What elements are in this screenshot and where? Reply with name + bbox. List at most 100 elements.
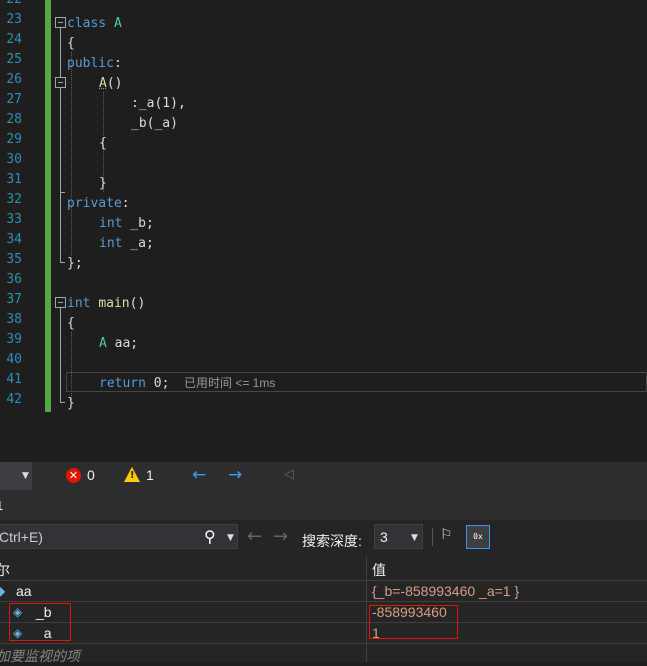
code-line[interactable]: return 0; (99, 374, 169, 394)
watch-toolbar: Ctrl+E) ⚲ ▼ ← → 搜索深度: 3 ▼ ⚐ 0x (0, 520, 647, 556)
fold-line (60, 308, 61, 402)
code-line[interactable]: { (67, 314, 75, 334)
code-line[interactable]: { (67, 34, 75, 54)
code-token: _b(_a) (131, 116, 178, 131)
chevron-down-icon: ▼ (22, 471, 29, 481)
code-token: A (99, 336, 107, 351)
search-depth-dropdown[interactable]: 3 ▼ (374, 524, 423, 549)
watch-title-bar[interactable]: 1 (0, 490, 647, 521)
line-number: 23 (6, 12, 22, 27)
code-token: { (99, 136, 107, 151)
watch-row[interactable]: ◈ _b -858993460 (0, 602, 647, 623)
column-header-name[interactable]: 尔 (0, 560, 10, 580)
code-line[interactable]: :_a(1), (131, 94, 186, 114)
line-number: 27 (6, 92, 22, 107)
code-token: 0; (145, 376, 170, 391)
watch-row-name: aa (16, 583, 32, 599)
watch-grid-header: 尔 值 (0, 556, 647, 581)
code-line[interactable]: _b(_a) (131, 114, 178, 134)
warning-count[interactable]: 1 (146, 467, 154, 483)
line-number: 29 (6, 132, 22, 147)
search-icon[interactable]: ⚲ (204, 527, 216, 546)
column-header-value[interactable]: 值 (372, 560, 386, 580)
watch-grid: 尔 值 ◆ aa {_b=-858993460 _a=1 } ◈ _b -858… (0, 556, 647, 664)
code-token: int (67, 296, 91, 311)
highlight-box-names (9, 603, 71, 641)
filter-arrow-icon[interactable]: ◁ (284, 467, 294, 482)
code-token: : (121, 196, 130, 211)
code-line[interactable]: { (99, 134, 107, 154)
line-number: 25 (6, 52, 22, 67)
collapse-main-icon[interactable] (55, 297, 66, 308)
code-token: public (67, 56, 114, 71)
zoom-dropdown[interactable]: ▼ (0, 462, 32, 490)
fold-end (60, 402, 65, 403)
code-line[interactable]: class A (67, 14, 122, 34)
code-line[interactable]: int _b; (99, 214, 154, 234)
code-line[interactable]: private: (67, 194, 130, 214)
line-number: 38 (6, 312, 22, 327)
code-token: } (67, 396, 75, 411)
code-line[interactable]: A() (99, 74, 122, 94)
line-number: 39 (6, 332, 22, 347)
code-line[interactable]: } (99, 174, 107, 194)
search-placeholder: Ctrl+E) (0, 529, 43, 545)
code-line[interactable]: A aa; (99, 334, 138, 354)
code-token: :_a(1), (131, 96, 186, 111)
code-token: _b; (122, 216, 154, 231)
code-token: () (129, 296, 146, 311)
toolbar-divider (432, 528, 433, 546)
error-count[interactable]: 0 (87, 467, 95, 483)
code-line[interactable]: }; (67, 254, 83, 274)
line-number: 36 (6, 272, 22, 287)
line-number: 40 (6, 352, 22, 367)
error-circle-icon[interactable]: ✕ (66, 468, 81, 483)
code-token: private (67, 196, 122, 211)
code-token: int (99, 216, 123, 231)
collapse-class-icon[interactable] (55, 17, 66, 28)
line-number: 28 (6, 112, 22, 127)
watch-row[interactable]: ◈ _a 1 (0, 623, 647, 644)
previous-issue-arrow-icon[interactable]: ← (192, 465, 206, 485)
code-token: }; (67, 256, 83, 271)
fold-end (60, 192, 65, 193)
fold-line (60, 88, 61, 192)
line-number: 42 (6, 392, 22, 407)
code-editor[interactable]: 22 23 24 25 26 27 28 29 30 31 32 33 34 35 36 37 38 39 40 41… (0, 0, 647, 462)
column-divider[interactable] (366, 556, 367, 662)
line-number: 22 (0, 0, 22, 7)
pin-filter-icon[interactable]: ⚐ (440, 527, 460, 547)
object-icon: ◆ (0, 584, 6, 598)
code-token: aa; (106, 336, 139, 351)
watch-row[interactable]: ◆ aa {_b=-858993460 _a=1 } (0, 581, 647, 602)
change-tracking-bar (45, 0, 51, 412)
fold-end (60, 262, 65, 263)
code-line[interactable]: int _a; (99, 234, 154, 254)
code-line[interactable]: int main() (67, 294, 145, 314)
hex-display-icon[interactable]: 0x (466, 525, 490, 549)
search-back-arrow-icon[interactable]: ← (247, 526, 262, 547)
code-token: } (99, 176, 107, 191)
line-number: 33 (6, 212, 22, 227)
search-forward-arrow-icon[interactable]: → (273, 526, 288, 547)
code-line[interactable]: } (67, 394, 75, 414)
code-token: class (67, 16, 114, 31)
code-token: { (67, 316, 75, 331)
code-token: { (67, 36, 75, 51)
highlight-box-values (369, 605, 458, 639)
line-number: 37 (6, 292, 22, 307)
line-number: 26 (6, 72, 22, 87)
collapse-constructor-icon[interactable] (55, 77, 66, 88)
code-token: return (99, 376, 146, 391)
chevron-down-icon[interactable]: ▼ (227, 533, 234, 543)
watch-search-input[interactable]: Ctrl+E) ⚲ ▼ (0, 524, 238, 549)
search-depth-value: 3 (380, 529, 388, 545)
add-watch-placeholder[interactable]: 加要监视的项 (0, 646, 80, 666)
next-issue-arrow-icon[interactable]: → (228, 465, 242, 485)
code-line[interactable]: public: (67, 54, 122, 74)
line-number: 41 (6, 372, 22, 387)
code-token: A (113, 16, 122, 31)
watch-row-value[interactable]: {_b=-858993460 _a=1 } (372, 583, 519, 599)
perf-tip[interactable]: 已用时间 <= 1ms (184, 374, 275, 391)
code-token: _a; (122, 236, 154, 251)
